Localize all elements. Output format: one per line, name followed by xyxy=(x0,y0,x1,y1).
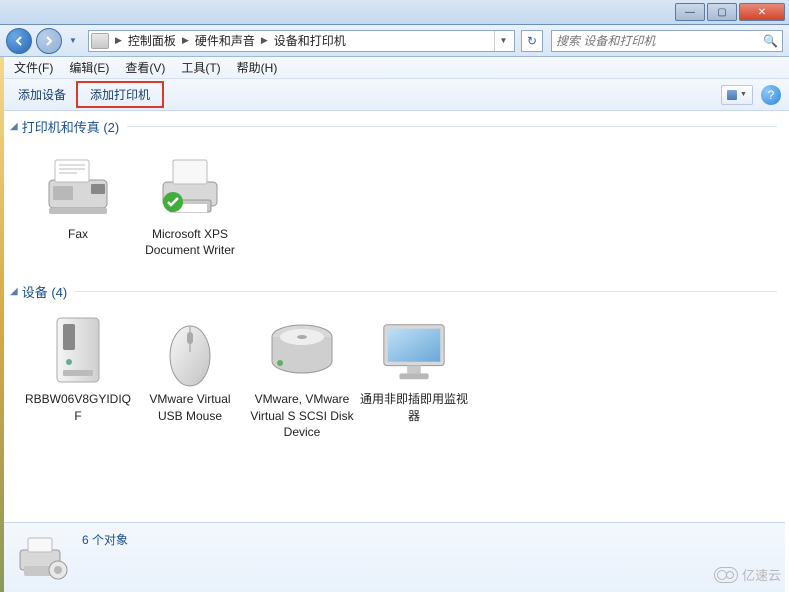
help-button[interactable]: ? xyxy=(761,85,781,105)
item-label: 通用非即插即用监视器 xyxy=(360,391,468,423)
status-count: 6 个对象 xyxy=(82,531,128,548)
breadcrumb-devices-printers[interactable]: 设备和打印机 xyxy=(270,32,350,49)
group-header-printers[interactable]: ◢ 打印机和传真 (2) xyxy=(4,111,785,140)
command-toolbar: 添加设备 添加打印机 ▼ ? xyxy=(0,79,789,111)
watermark-icon xyxy=(714,567,738,583)
mouse-icon xyxy=(154,315,226,387)
maximize-button[interactable]: ▢ xyxy=(707,3,737,21)
minimize-button[interactable]: — xyxy=(675,3,705,21)
printer-icon xyxy=(154,150,226,222)
fax-icon xyxy=(42,150,114,222)
search-box[interactable]: 🔍 xyxy=(551,30,783,52)
printers-items: Fax Microsoft XPS Document Writer xyxy=(4,140,785,276)
back-button[interactable] xyxy=(6,28,32,54)
address-dropdown[interactable]: ▼ xyxy=(494,31,512,51)
chevron-right-icon: ▶ xyxy=(259,35,270,46)
menu-edit[interactable]: 编辑(E) xyxy=(61,59,117,76)
menu-file[interactable]: 文件(F) xyxy=(6,59,61,76)
window-controls: — ▢ ✕ xyxy=(673,3,785,21)
search-input[interactable] xyxy=(556,34,763,48)
window-titlebar: — ▢ ✕ xyxy=(0,0,789,25)
group-divider xyxy=(127,126,777,127)
item-label: Microsoft XPS Document Writer xyxy=(136,226,244,258)
device-item-mouse[interactable]: VMware Virtual USB Mouse xyxy=(134,309,246,446)
item-label: VMware Virtual USB Mouse xyxy=(136,391,244,423)
menu-view[interactable]: 查看(V) xyxy=(117,59,173,76)
menu-bar: 文件(F) 编辑(E) 查看(V) 工具(T) 帮助(H) xyxy=(0,57,789,79)
collapse-arrow-icon: ◢ xyxy=(10,121,18,132)
chevron-right-icon: ▶ xyxy=(180,35,191,46)
group-divider xyxy=(75,291,777,292)
close-button[interactable]: ✕ xyxy=(739,3,785,21)
watermark-text: 亿速云 xyxy=(742,565,781,584)
chevron-right-icon: ▶ xyxy=(113,35,124,46)
devices-printers-icon xyxy=(16,534,72,582)
view-options-button[interactable]: ▼ xyxy=(721,85,753,105)
device-item-xps-writer[interactable]: Microsoft XPS Document Writer xyxy=(134,144,246,264)
devices-items: RBBW06V8GYIDIQF VMware Virtual USB Mouse xyxy=(4,305,785,458)
forward-button[interactable] xyxy=(36,28,62,54)
view-icon xyxy=(727,90,737,100)
address-bar[interactable]: ▶ 控制面板 ▶ 硬件和声音 ▶ 设备和打印机 ▼ xyxy=(88,30,515,52)
refresh-button[interactable]: ↻ xyxy=(521,30,543,52)
menu-help[interactable]: 帮助(H) xyxy=(229,59,286,76)
computer-icon xyxy=(42,315,114,387)
group-title-printers: 打印机和传真 (2) xyxy=(22,117,120,136)
device-item-monitor[interactable]: 通用非即插即用监视器 xyxy=(358,309,470,446)
item-label: Fax xyxy=(68,226,88,242)
location-icon xyxy=(91,33,109,49)
item-label: VMware, VMware Virtual S SCSI Disk Devic… xyxy=(248,391,356,440)
watermark: 亿速云 xyxy=(714,565,781,584)
breadcrumb-control-panel[interactable]: 控制面板 xyxy=(124,32,180,49)
content-pane: ◢ 打印机和传真 (2) Fax xyxy=(4,111,785,518)
breadcrumb-hardware-sound[interactable]: 硬件和声音 xyxy=(191,32,259,49)
group-title-devices: 设备 (4) xyxy=(22,282,68,301)
search-icon[interactable]: 🔍 xyxy=(763,34,778,48)
menu-tools[interactable]: 工具(T) xyxy=(173,59,228,76)
device-item-disk[interactable]: VMware, VMware Virtual S SCSI Disk Devic… xyxy=(246,309,358,446)
nav-history-dropdown[interactable]: ▼ xyxy=(66,28,80,54)
navigation-bar: ▼ ▶ 控制面板 ▶ 硬件和声音 ▶ 设备和打印机 ▼ ↻ 🔍 xyxy=(0,25,789,57)
add-device-button[interactable]: 添加设备 xyxy=(8,82,76,107)
device-item-computer[interactable]: RBBW06V8GYIDIQF xyxy=(22,309,134,446)
disk-icon xyxy=(266,315,338,387)
collapse-arrow-icon: ◢ xyxy=(10,286,18,297)
add-printer-button[interactable]: 添加打印机 xyxy=(76,81,164,108)
chevron-down-icon: ▼ xyxy=(740,91,747,98)
group-header-devices[interactable]: ◢ 设备 (4) xyxy=(4,276,785,305)
monitor-icon xyxy=(378,315,450,387)
status-bar: 6 个对象 xyxy=(4,522,785,592)
item-label: RBBW06V8GYIDIQF xyxy=(24,391,132,423)
device-item-fax[interactable]: Fax xyxy=(22,144,134,264)
